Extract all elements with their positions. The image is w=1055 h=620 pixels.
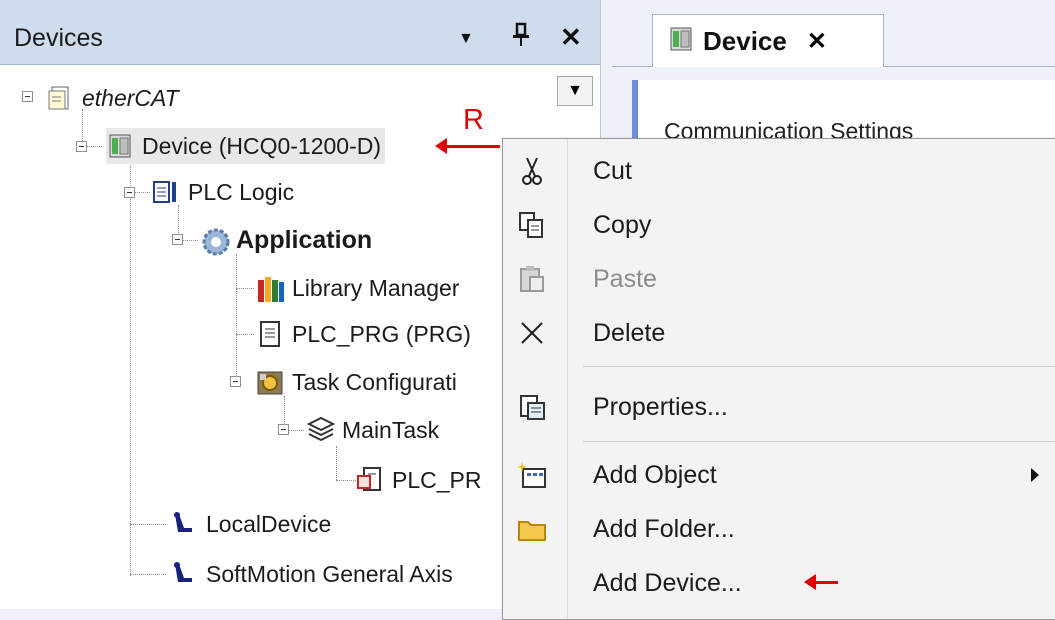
tree-node-ethercat[interactable]: etherCAT (46, 80, 179, 116)
devices-panel-title: Devices (14, 24, 103, 52)
axis-drive-icon (170, 510, 198, 538)
scissors-icon (515, 154, 549, 188)
menu-item-cut[interactable]: Cut (503, 147, 1055, 195)
menu-item-properties[interactable]: Properties... (503, 383, 1055, 431)
editor-tab-bar: Device ✕ (612, 0, 1055, 67)
tree-node-library-manager[interactable]: Library Manager (256, 270, 459, 306)
project-file-icon (46, 84, 74, 112)
menu-item-add-object[interactable]: Add Object (503, 451, 1055, 499)
tree-dropdown-button[interactable]: ▼ (557, 76, 593, 106)
tab-device[interactable]: Device ✕ (652, 14, 884, 67)
panel-dropdown-icon[interactable]: ▼ (458, 30, 474, 48)
axis-drive-icon (170, 560, 198, 588)
panel-pin-icon[interactable] (512, 22, 530, 55)
delete-x-icon (515, 316, 549, 350)
submenu-arrow-icon (1031, 468, 1039, 482)
annotation-arrow-device (435, 138, 500, 154)
program-document-icon (256, 320, 284, 348)
annotation-arrow-add-device (804, 574, 838, 590)
tree-node-main-task[interactable]: MainTask (306, 412, 439, 448)
plc-logic-icon (152, 178, 180, 206)
menu-item-delete[interactable]: Delete (503, 309, 1055, 357)
tree-node-plc-prg[interactable]: PLC_PRG (PRG) (256, 316, 471, 352)
expander-application[interactable] (172, 234, 183, 245)
device-icon (106, 132, 134, 160)
tree-node-task-configuration[interactable]: Task Configurati (256, 364, 457, 400)
expander-main-task[interactable] (278, 424, 289, 435)
panel-close-icon[interactable]: ✕ (560, 22, 582, 53)
tree-node-application[interactable]: Application (200, 222, 372, 258)
expander-task-configuration[interactable] (230, 376, 241, 387)
expander-plc-logic[interactable] (124, 187, 135, 198)
tab-close-icon[interactable]: ✕ (807, 27, 827, 56)
expander-ethercat[interactable] (22, 91, 33, 102)
task-configuration-icon (256, 368, 284, 396)
expander-device[interactable] (76, 141, 87, 152)
device-icon (667, 25, 695, 58)
right-click-annotation: R (463, 104, 484, 136)
tab-device-label: Device (703, 25, 787, 56)
tree-node-plc-logic[interactable]: PLC Logic (152, 174, 294, 210)
folder-icon (515, 512, 549, 546)
properties-icon (515, 390, 549, 424)
program-call-icon (356, 466, 384, 494)
tree-node-device[interactable]: Device (HCQ0-1200-D) (106, 128, 386, 164)
tree-node-local-device[interactable]: LocalDevice (170, 506, 331, 542)
menu-item-paste[interactable]: Paste (503, 255, 1055, 303)
context-menu: Cut Copy Paste Delete Properties... Add … (502, 138, 1055, 620)
devices-panel-header: Devices ▼ ✕ (0, 0, 600, 65)
menu-item-add-folder[interactable]: Add Folder... (503, 505, 1055, 553)
application-gear-icon (200, 226, 230, 256)
menu-item-copy[interactable]: Copy (503, 201, 1055, 249)
library-books-icon (256, 274, 284, 302)
tree-node-plc-prg-call[interactable]: PLC_PR (356, 462, 481, 498)
add-object-icon (515, 458, 549, 492)
tree-node-softmotion-axis[interactable]: SoftMotion General Axis (170, 556, 453, 592)
paste-icon (515, 262, 549, 296)
task-stack-icon (306, 416, 336, 444)
copy-icon (515, 208, 549, 242)
menu-item-add-device[interactable]: Add Device... (503, 559, 1055, 607)
